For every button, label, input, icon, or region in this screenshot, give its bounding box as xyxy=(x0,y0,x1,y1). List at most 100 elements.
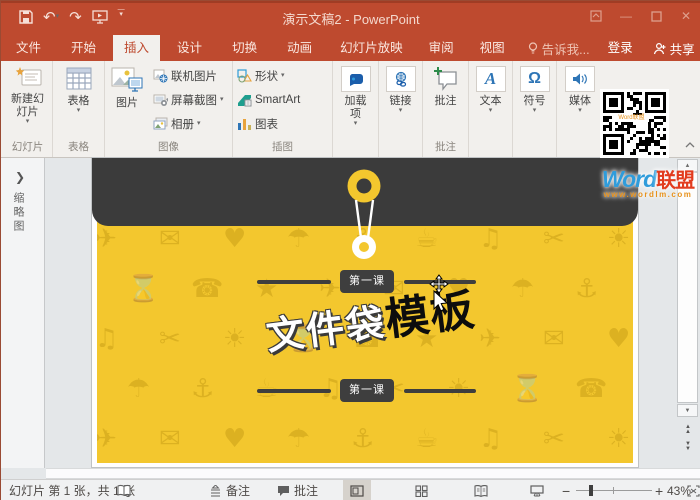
ribbon-group-illustrations: 形状 ▾ SmartArt 图表 插图 xyxy=(233,61,333,157)
close-icon[interactable]: ✕ xyxy=(675,6,697,26)
comment-button[interactable]: 批注 xyxy=(423,61,468,139)
watermark-url: www.wordlm.com xyxy=(595,190,700,199)
next-slide-button[interactable]: ▼▼ xyxy=(681,440,695,453)
shapes-label: 形状 xyxy=(255,68,278,84)
collapse-ribbon-icon[interactable] xyxy=(685,135,695,153)
tab-transitions[interactable]: 切换 xyxy=(221,35,268,61)
tab-file[interactable]: 文件 xyxy=(5,35,52,61)
links-button[interactable]: 链接 ▾ xyxy=(379,61,422,139)
lesson-badge-bottom[interactable]: 第一课 xyxy=(340,379,394,402)
new-slide-button[interactable]: 新建幻灯片 ▾ xyxy=(3,61,52,139)
comments-button[interactable]: 批注 xyxy=(277,480,318,500)
minimize-icon[interactable]: — xyxy=(615,6,637,26)
photo-album-icon xyxy=(153,117,168,131)
addins-dropdown-icon[interactable]: ▾ xyxy=(354,121,358,127)
pictures-button[interactable]: 图片 xyxy=(105,61,149,139)
slide-canvas[interactable]: ✈✉♥☂⚓☕♫✂☀⌛☎★✈✉♥☂⚓☕♫✂☀⌛☎★✈✉♥☂⚓☕♫✂☀⌛☎★✈✉♥☂… xyxy=(92,158,638,467)
qr-grid xyxy=(603,92,666,155)
text-dropdown-icon[interactable]: ▾ xyxy=(489,108,493,114)
fit-slide-button[interactable] xyxy=(685,480,700,500)
thumbnail-pane-collapsed[interactable]: ❯ 缩略图 xyxy=(1,158,45,468)
qr-cell xyxy=(648,152,651,155)
shapes-button[interactable]: 形状 ▾ xyxy=(233,64,332,88)
qr-cell xyxy=(663,146,666,149)
addins-button[interactable]: 加载项 ▾ xyxy=(333,61,378,139)
text-button[interactable]: A 文本 ▾ xyxy=(469,61,512,139)
shapes-dropdown-icon[interactable]: ▾ xyxy=(281,73,285,79)
pattern-icon: ♥ xyxy=(607,324,630,354)
qr-cell xyxy=(663,152,666,155)
chart-button[interactable]: 图表 xyxy=(233,112,332,136)
slideshow-view-button[interactable] xyxy=(523,480,551,500)
scroll-down-button[interactable]: ▼ xyxy=(677,404,698,417)
photo-album-button[interactable]: 相册 ▾ xyxy=(149,112,231,136)
watermark-word: Word xyxy=(602,166,656,192)
media-dropdown-icon[interactable]: ▾ xyxy=(578,108,582,114)
screenshot-dropdown-icon[interactable]: ▾ xyxy=(220,97,224,103)
tell-me-box[interactable]: 告诉我... xyxy=(520,35,598,61)
online-pictures-button[interactable]: 联机图片 xyxy=(149,64,231,88)
expand-pane-icon[interactable]: ❯ xyxy=(15,170,25,184)
online-pictures-label: 联机图片 xyxy=(171,68,217,84)
smartart-button[interactable]: SmartArt xyxy=(233,88,332,112)
qr-cell xyxy=(627,140,630,143)
share-button[interactable]: 共享 xyxy=(643,35,700,61)
slide-sorter-icon xyxy=(415,485,428,497)
tab-design[interactable]: 设计 xyxy=(166,35,213,61)
zoom-out-button[interactable]: − xyxy=(562,480,570,500)
pictures-icon xyxy=(111,66,143,94)
qr-cell xyxy=(621,152,624,155)
qr-cell xyxy=(657,104,660,107)
tab-animations[interactable]: 动画 xyxy=(276,35,323,61)
ribbon-display-options-icon[interactable] xyxy=(585,6,607,26)
tab-insert[interactable]: 插入 xyxy=(113,35,160,61)
pattern-icon: ♫ xyxy=(97,324,118,354)
table-button[interactable]: 表格 ▾ xyxy=(53,61,104,139)
pattern-icon: ✈ xyxy=(97,424,117,454)
slide-sorter-view-button[interactable] xyxy=(407,480,435,500)
window-controls: — ✕ xyxy=(585,6,697,26)
reading-view-button[interactable] xyxy=(467,480,495,500)
ribbon-group-comments: 批注 批注 xyxy=(423,61,469,157)
table-icon xyxy=(65,66,93,92)
maximize-icon[interactable] xyxy=(645,6,667,26)
tab-view[interactable]: 视图 xyxy=(469,35,516,61)
group-label-illustrations: 插图 xyxy=(233,139,332,154)
zoom-slider-track[interactable] xyxy=(576,490,652,491)
symbol-dropdown-icon[interactable]: ▾ xyxy=(533,108,537,114)
comment-label: 批注 xyxy=(435,95,457,108)
share-label: 共享 xyxy=(670,39,695,58)
notes-button[interactable]: 备注 xyxy=(209,480,250,500)
title-bar: ↶▾ ↷ —▾ 演示文稿2 - PowerPoint — ✕ xyxy=(1,1,700,31)
pattern-icon: ✉ xyxy=(543,324,565,354)
media-button[interactable]: 媒体 ▾ xyxy=(557,61,603,139)
symbol-button[interactable]: Ω 符号 ▾ xyxy=(513,61,556,139)
qr-cell xyxy=(663,137,666,140)
screenshot-button[interactable]: 屏幕截图 ▾ xyxy=(149,88,231,112)
vertical-scrollbar[interactable] xyxy=(677,172,698,403)
new-slide-dropdown-icon[interactable]: ▾ xyxy=(26,119,30,125)
qr-cell xyxy=(633,104,636,107)
group-label-images: 图像 xyxy=(105,139,232,154)
photo-album-dropdown-icon[interactable]: ▾ xyxy=(197,121,201,127)
ribbon-group-media: 媒体 ▾ xyxy=(557,61,603,157)
table-dropdown-icon[interactable]: ▾ xyxy=(77,108,81,114)
tab-home[interactable]: 开始 xyxy=(60,35,107,61)
envelope-string-clasp xyxy=(92,158,638,278)
thumbnail-pane-label: 缩略图 xyxy=(10,192,26,234)
sign-in-button[interactable]: 登录 xyxy=(598,35,643,61)
previous-slide-button[interactable]: ▲▲ xyxy=(681,423,695,436)
horizontal-scrollbar[interactable] xyxy=(46,468,700,479)
media-icon xyxy=(572,72,588,86)
qr-cell xyxy=(609,128,612,131)
links-dropdown-icon[interactable]: ▾ xyxy=(399,108,403,114)
qr-cell xyxy=(663,119,666,122)
proofing-status-icon[interactable] xyxy=(117,480,131,500)
pattern-icon: ☕ xyxy=(415,424,438,454)
tab-review[interactable]: 审阅 xyxy=(418,35,465,61)
zoom-in-button[interactable]: + xyxy=(655,480,663,500)
tab-slideshow[interactable]: 幻灯片放映 xyxy=(329,35,414,61)
zoom-slider-thumb[interactable] xyxy=(589,485,593,496)
normal-view-button[interactable] xyxy=(343,480,371,500)
ribbon-group-symbols: Ω 符号 ▾ xyxy=(513,61,557,157)
